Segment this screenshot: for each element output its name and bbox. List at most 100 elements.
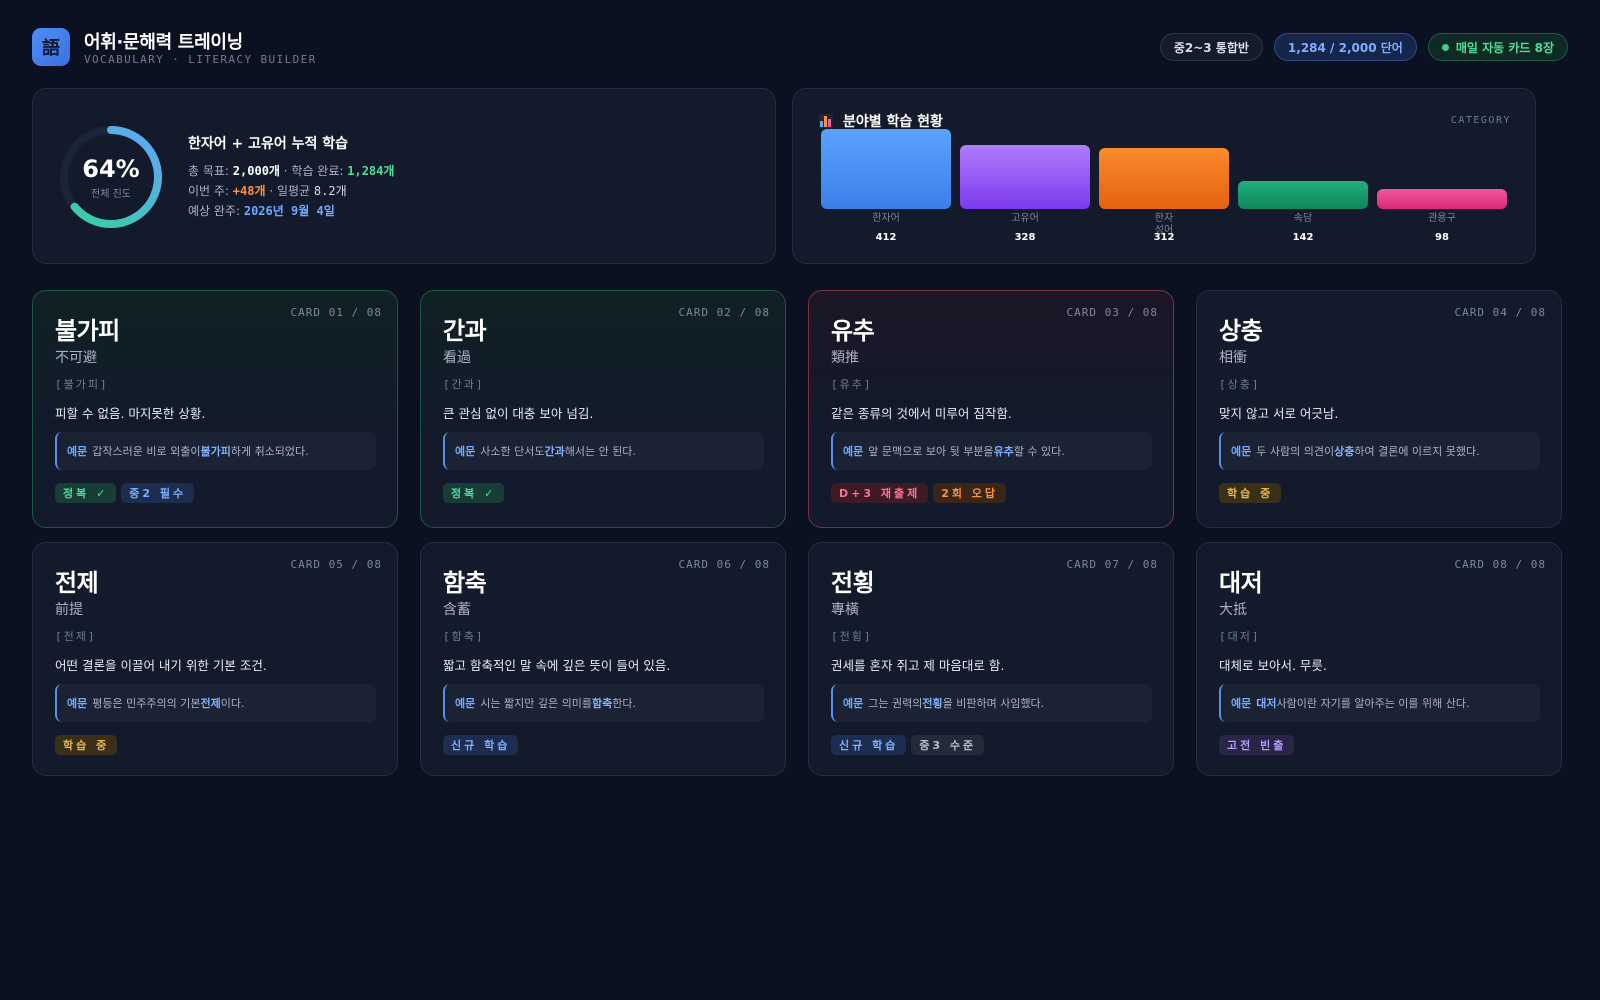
vocab-card[interactable]: CARD 07 / 08 전횡 專橫 [전횡] 권세를 혼자 쥐고 제 마음대로 함. 예… [808, 542, 1174, 776]
example-text: 을 비판하며 사임했다. [942, 697, 1045, 710]
example-highlight: 상충 [1334, 445, 1355, 458]
example-text: 이다. [220, 697, 245, 710]
card-example: 예문 갑작스러운 비로 외출이 불가피 하게 취소되었다. [55, 432, 376, 470]
card-hanja: 類推 [831, 350, 859, 366]
card-reading: [불가피] [55, 378, 109, 391]
card-hanja: 不可避 [55, 350, 97, 366]
example-tag: 예문 [455, 697, 476, 710]
example-text: 한다. [612, 697, 636, 710]
card-hanja: 含蓄 [443, 602, 471, 618]
card-number: CARD 05 / 08 [290, 558, 382, 571]
card-example: 예문 앞 문맥으로 보아 뒷 부분을 유추 할 수 있다. [831, 432, 1152, 470]
avg-value: 8.2개 [313, 184, 347, 198]
progress-eta-line: 예상 완주: 2026년 9월 4일 [188, 201, 394, 221]
bar-category-label: 관용구 [1428, 213, 1456, 224]
bar-value-label: 328 [1014, 232, 1036, 243]
progress-ring: 64% 전체 진도 [57, 123, 165, 231]
goal-value: 2,000개 [232, 164, 280, 178]
header-pills: 중2~3 통합반 1,284 / 2,000 단어 매일 자동 카드 8장 [1159, 33, 1568, 61]
app-subtitle: VOCABULARY · LITERACY BUILDER [84, 53, 317, 66]
example-tag: 예문 [843, 697, 864, 710]
class-pill[interactable]: 중2~3 통합반 [1159, 33, 1263, 61]
week-value: +48개 [232, 184, 266, 198]
words-count-pill[interactable]: 1,284 / 2,000 단어 [1273, 33, 1417, 61]
category-title-label: 분야별 학습 현황 [843, 114, 943, 130]
progress-panel: 64% 전체 진도 한자어 + 고유어 누적 학습 총 목표: 2,000개 ·… [32, 88, 776, 264]
card-tags: 학습 중 [1219, 483, 1282, 503]
card-tags: 학습 중 [55, 735, 118, 755]
eta-label: 예상 완주: [188, 204, 244, 218]
vocab-card[interactable]: CARD 02 / 08 간과 看過 [간과] 큰 관심 없이 대충 보아 넘김. 예문 사… [420, 290, 786, 528]
done-value: 1,284개 [347, 164, 395, 178]
progress-goal-line: 총 목표: 2,000개 · 학습 완료: 1,284개 [188, 161, 394, 181]
card-example: 예문 평등은 민주주의의 기본 전제 이다. [55, 684, 376, 722]
bar-category-label: 고유어 [1011, 213, 1039, 224]
card-number: CARD 04 / 08 [1454, 306, 1546, 319]
progress-week-line: 이번 주: +48개 · 일평균 8.2개 [188, 181, 394, 201]
status-badge: 고전 빈출 [1219, 735, 1295, 755]
card-word: 불가피 [55, 317, 120, 345]
example-text: 앞 문맥으로 보아 뒷 부분을 [868, 445, 994, 458]
category-bar[interactable] [1238, 181, 1368, 209]
vocab-card[interactable]: CARD 08 / 08 대저 大抵 [대저] 대체로 보아서. 무릇. 예문 대저 사람이… [1196, 542, 1562, 776]
card-meaning: 권세를 혼자 쥐고 제 마음대로 함. [831, 658, 1005, 673]
example-text: 그는 권력의 [868, 697, 923, 710]
example-text: 하게 취소되었다. [230, 445, 309, 458]
example-text: 사람이란 자기를 알아주는 이를 위해 산다. [1276, 697, 1470, 710]
card-number: CARD 08 / 08 [1454, 558, 1546, 571]
example-highlight: 간과 [544, 445, 565, 458]
card-number: CARD 06 / 08 [678, 558, 770, 571]
vocab-card[interactable]: CARD 04 / 08 상충 相衝 [상충] 맞지 않고 서로 어긋남. 예문 두 사람의… [1196, 290, 1562, 528]
eta-value: 2026년 9월 4일 [243, 204, 335, 218]
card-tags: 신규 학습 [443, 735, 519, 755]
card-word: 함축 [443, 569, 487, 597]
app-logo-icon: 語 [32, 28, 70, 66]
avg-label: · 일평균 [265, 184, 314, 198]
card-word: 유추 [831, 317, 875, 345]
card-reading: [상충] [1219, 378, 1261, 391]
progress-info: 한자어 + 고유어 누적 학습 총 목표: 2,000개 · 학습 완료: 1,… [188, 133, 394, 221]
card-reading: [간과] [443, 378, 485, 391]
status-badge: 정복 ✓ [55, 483, 117, 503]
card-number: CARD 01 / 08 [290, 306, 382, 319]
example-tag: 예문 [1231, 445, 1252, 458]
example-highlight: 함축 [591, 697, 613, 710]
category-bar[interactable] [821, 129, 951, 209]
category-bar[interactable] [1377, 189, 1507, 209]
card-meaning: 어떤 결론을 이끌어 내기 위한 기본 조건. [55, 658, 267, 673]
card-example: 예문 시는 짧지만 깊은 의미를 함축 한다. [443, 684, 764, 722]
week-label: 이번 주: [188, 184, 233, 198]
status-badge: 신규 학습 [831, 735, 907, 755]
card-meaning: 짧고 함축적인 말 속에 깊은 뜻이 들어 있음. [443, 658, 671, 673]
category-bar[interactable] [1099, 148, 1229, 209]
category-title: 분야별 학습 현황 [819, 111, 943, 131]
status-badge: D+3 재출제 [831, 483, 929, 503]
category-bar[interactable] [960, 145, 1090, 209]
vocab-card[interactable]: CARD 05 / 08 전제 前提 [전제] 어떤 결론을 이끌어 내기 위한 기본 … [32, 542, 398, 776]
daily-pill-label: 매일 자동 카드 8장 [1455, 40, 1554, 55]
card-word: 전제 [55, 569, 99, 597]
card-hanja: 前提 [55, 602, 83, 618]
daily-cards-pill[interactable]: 매일 자동 카드 8장 [1427, 33, 1568, 61]
vocab-card[interactable]: CARD 06 / 08 함축 含蓄 [함축] 짧고 함축적인 말 속에 깊은 뜻이 들… [420, 542, 786, 776]
category-panel: 분야별 학습 현황 CATEGORY 한자어 412 고유어 328 한자 성어 312 속… [792, 88, 1536, 264]
example-tag: 예문 [67, 445, 88, 458]
app-header: 語 어휘·문해력 트레이닝 VOCABULARY · LITERACY BUIL… [32, 28, 1568, 68]
card-hanja: 專橫 [831, 602, 859, 618]
progress-ring-label: 전체 진도 [91, 188, 131, 200]
vocab-card[interactable]: CARD 01 / 08 불가피 不可避 [불가피] 피할 수 없음. 마지못한 상황.… [32, 290, 398, 528]
status-badge: 중2 필수 [121, 483, 195, 503]
example-text: 평등은 민주주의의 기본 [92, 697, 201, 710]
bar-category-label: 속담 [1293, 213, 1313, 224]
vocab-card[interactable]: CARD 03 / 08 유추 類推 [유추] 같은 종류의 것에서 미루어 짐작함. 예… [808, 290, 1174, 528]
class-pill-label: 중2~3 통합반 [1173, 40, 1249, 55]
card-tags: 신규 학습 중3 수준 [831, 735, 985, 755]
card-word: 대저 [1219, 569, 1263, 597]
card-hanja: 大抵 [1219, 602, 1247, 618]
example-tag: 예문 [67, 697, 88, 710]
progress-title: 한자어 + 고유어 누적 학습 [188, 136, 349, 152]
bar-value-label: 312 [1153, 232, 1175, 243]
card-tags: D+3 재출제 2회 오답 [831, 483, 1007, 503]
card-hanja: 看過 [443, 350, 471, 366]
card-tags: 정복 ✓ 중2 필수 [55, 483, 195, 503]
